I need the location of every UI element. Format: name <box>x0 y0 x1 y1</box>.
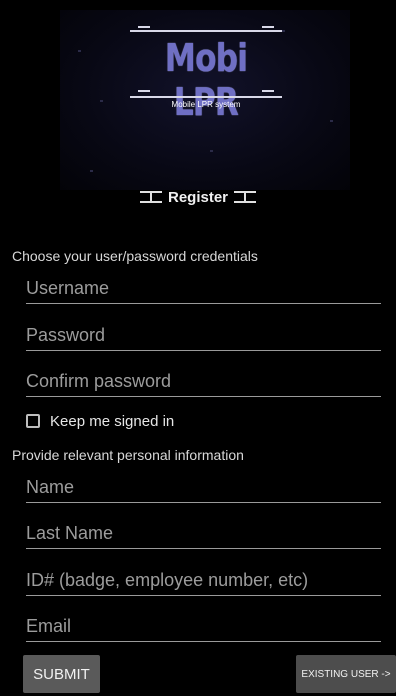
submit-button[interactable]: SUBMIT <box>23 655 100 693</box>
logo-rule-top <box>130 30 282 32</box>
logo-tick <box>262 90 274 92</box>
decorative-dot <box>282 30 285 32</box>
last-name-field[interactable] <box>26 518 381 549</box>
logo-title: Mobi LPR <box>164 36 248 124</box>
logo-rule-bottom <box>130 96 282 98</box>
keep-signed-in-row[interactable]: Keep me signed in <box>26 410 174 432</box>
decorative-dot <box>210 150 213 152</box>
personal-section-label: Provide relevant personal information <box>12 447 244 463</box>
existing-user-button[interactable]: EXISTING USER -> <box>296 655 396 693</box>
decorative-dot <box>100 100 103 102</box>
register-label: Register <box>167 188 229 206</box>
username-input[interactable] <box>26 273 381 303</box>
logo-subtitle: Mobile LPR system <box>171 100 241 109</box>
last-name-input[interactable] <box>26 518 381 548</box>
password-field[interactable] <box>26 320 381 351</box>
register-heading: Register <box>0 186 396 208</box>
id-input[interactable] <box>26 565 381 595</box>
confirm-password-input[interactable] <box>26 366 381 396</box>
name-field[interactable] <box>26 472 381 503</box>
email-input[interactable] <box>26 611 381 641</box>
ibeam-icon <box>139 190 162 204</box>
ibeam-icon <box>234 190 257 204</box>
keep-signed-in-checkbox[interactable] <box>26 414 40 428</box>
password-input[interactable] <box>26 320 381 350</box>
decorative-dot <box>90 170 93 172</box>
confirm-password-field[interactable] <box>26 366 381 397</box>
logo-tick <box>138 90 150 92</box>
decorative-dot <box>78 50 81 52</box>
logo-tick <box>262 26 274 28</box>
app-logo: Mobi LPR Mobile LPR system <box>130 26 282 124</box>
id-field[interactable] <box>26 565 381 596</box>
username-field[interactable] <box>26 273 381 304</box>
email-field[interactable] <box>26 611 381 642</box>
logo-tick <box>138 26 150 28</box>
credentials-section-label: Choose your user/password credentials <box>12 248 258 264</box>
decorative-dot <box>330 120 333 122</box>
keep-signed-in-label[interactable]: Keep me signed in <box>50 413 174 430</box>
name-input[interactable] <box>26 472 381 502</box>
